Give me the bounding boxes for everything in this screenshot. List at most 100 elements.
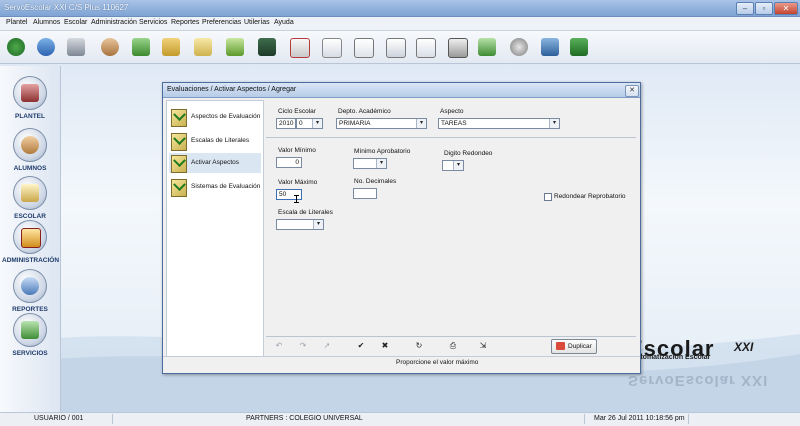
cancel-icon[interactable]: ✖ xyxy=(378,339,392,353)
close-button[interactable]: ✕ xyxy=(774,2,798,15)
menubar: Plantel Alumnos Escolar Administración S… xyxy=(0,17,800,31)
window-title: ServoEscolar XXI C/S Plus 110627 xyxy=(4,3,129,12)
students-icon xyxy=(13,128,47,162)
tab-label: Activar Aspectos xyxy=(191,159,240,166)
menu-ayuda[interactable]: Ayuda xyxy=(274,19,294,26)
menu-reportes[interactable]: Reportes xyxy=(171,19,199,26)
accept-icon[interactable]: ✔ xyxy=(354,339,368,353)
reports-icon xyxy=(13,269,47,303)
school-icon xyxy=(13,76,47,110)
tab-label: Aspectos de Evaluación xyxy=(191,113,261,120)
maximize-button[interactable]: ▫ xyxy=(755,2,773,15)
export-icon[interactable]: ⇲ xyxy=(476,339,490,353)
nav-servicios[interactable]: SERVICIOS xyxy=(2,313,58,363)
grades-icon xyxy=(13,176,47,210)
digito-redondeo-label: Digito Redondeo xyxy=(444,150,493,157)
menu-plantel[interactable]: Plantel xyxy=(6,19,27,26)
status-user: USUARIO / 001 xyxy=(34,415,84,422)
menu-administracion[interactable]: Administración xyxy=(91,19,137,26)
tab-label: Sistemas de Evaluación xyxy=(191,183,261,190)
chevron-down-icon: ▾ xyxy=(376,159,386,168)
print-icon[interactable]: ⎙ xyxy=(446,339,460,353)
tab-escalas-literales[interactable]: Escalas de Literales xyxy=(169,131,261,151)
depto-label: Depto. Académico xyxy=(338,108,391,115)
divider xyxy=(688,414,689,424)
status-datetime: Mar 26 Jul 2011 10:18:56 pm xyxy=(594,415,685,422)
ciclo-label: Ciclo Escolar xyxy=(278,108,316,115)
edit-icon[interactable] xyxy=(537,34,563,60)
services-icon xyxy=(13,313,47,347)
nav-plantel[interactable]: PLANTEL xyxy=(2,76,58,126)
redondear-label: Redondear Reprobatorio xyxy=(554,193,626,200)
dialog-side-tabs: Aspectos de Evaluación Escalas de Litera… xyxy=(166,100,264,370)
valor-minimo-label: Valor Mínimo xyxy=(278,147,316,154)
tab-sistemas-evaluacion[interactable]: Sistemas de Evaluación xyxy=(169,177,261,197)
chevron-down-icon: ▾ xyxy=(453,161,463,170)
status-partners: PARTNERS : COLEGIO UNIVERSAL xyxy=(246,415,363,422)
documents-icon[interactable] xyxy=(382,34,408,60)
menu-alumnos[interactable]: Alumnos xyxy=(33,19,60,26)
group-icon[interactable] xyxy=(128,34,154,60)
redo-icon[interactable]: ↷ xyxy=(296,339,310,353)
no-decimales-field[interactable] xyxy=(353,188,377,199)
dialog-status-text: Proporcione el valor máximo xyxy=(396,359,479,366)
aspecto-select[interactable]: TAREAS ▾ xyxy=(438,118,560,129)
report-icon[interactable] xyxy=(412,34,438,60)
teacher-icon[interactable] xyxy=(97,34,123,60)
menu-utilerias[interactable]: Utilerías xyxy=(244,19,270,26)
pen-icon[interactable] xyxy=(190,34,216,60)
duplicar-button[interactable]: Duplicar xyxy=(551,339,597,354)
redondear-checkbox[interactable] xyxy=(544,193,552,201)
refresh-icon[interactable] xyxy=(3,34,29,60)
exit-icon[interactable] xyxy=(566,34,592,60)
nav-label: ESCOLAR xyxy=(14,213,46,220)
edit-pencil-icon[interactable] xyxy=(222,34,248,60)
tab-aspectos-evaluacion[interactable]: Aspectos de Evaluación xyxy=(169,107,261,127)
money-bag-icon[interactable] xyxy=(506,34,532,60)
ciclo-select[interactable]: 0 ▾ xyxy=(296,118,323,129)
tab-activar-aspectos[interactable]: Activar Aspectos xyxy=(169,153,261,173)
ciclo-year-field[interactable]: 2010 xyxy=(276,118,296,129)
nav-administracion[interactable]: ADMINISTRACIÓN xyxy=(2,220,59,270)
document-icon[interactable] xyxy=(350,34,376,60)
minimo-aprobatorio-select[interactable]: ▾ xyxy=(353,158,387,169)
book-icon[interactable] xyxy=(158,34,184,60)
undo-icon[interactable]: ↶ xyxy=(272,339,286,353)
valor-minimo-field[interactable]: 0 xyxy=(276,157,302,168)
checklist-icon[interactable] xyxy=(286,34,312,60)
digito-redondeo-select[interactable]: ▾ xyxy=(442,160,464,171)
depto-select[interactable]: PRIMARIA ▾ xyxy=(336,118,427,129)
note-icon[interactable] xyxy=(318,34,344,60)
nav-alumnos[interactable]: ALUMNOS xyxy=(2,128,58,178)
dialog-button-bar: ↶ ↷ ➚ ✔ ✖ ↻ ⎙ ⇲ Duplicar xyxy=(266,336,636,355)
aspecto-label: Aspecto xyxy=(440,108,464,115)
window-titlebar: ServoEscolar XXI C/S Plus 110627 – ▫ ✕ xyxy=(0,0,800,17)
minimize-button[interactable]: – xyxy=(736,2,754,15)
divider xyxy=(112,414,113,424)
menu-preferencias[interactable]: Preferencias xyxy=(202,19,241,26)
check-icon xyxy=(171,133,187,151)
nav-escolar[interactable]: ESCOLAR xyxy=(2,176,58,226)
money-icon[interactable] xyxy=(474,34,500,60)
escala-literales-select[interactable]: ▾ xyxy=(276,219,324,230)
menu-servicios[interactable]: Servicios xyxy=(139,19,167,26)
brand-suffix: XXI xyxy=(734,340,754,354)
database-icon[interactable] xyxy=(33,34,59,60)
divider xyxy=(266,137,636,138)
menu-escolar[interactable]: Escolar xyxy=(64,19,87,26)
nav-reportes[interactable]: REPORTES xyxy=(2,269,58,319)
nav-label: SERVICIOS xyxy=(12,350,48,357)
check-icon xyxy=(171,179,187,197)
dialog-title: Evaluaciones / Activar Aspectos / Agrega… xyxy=(167,86,297,93)
text-cursor-icon xyxy=(294,195,299,203)
classroom-icon[interactable] xyxy=(254,34,280,60)
brand-tagline: Automatización Escolar xyxy=(631,354,711,361)
calculator-icon[interactable] xyxy=(444,34,470,60)
reload-icon[interactable]: ↻ xyxy=(412,339,426,353)
duplicate-icon xyxy=(556,342,565,350)
dialog-close-button[interactable]: ✕ xyxy=(625,85,639,97)
users-icon[interactable] xyxy=(63,34,89,60)
forward-icon[interactable]: ➚ xyxy=(320,339,334,353)
brand-reflection: ServoEscolar XXI xyxy=(628,372,769,389)
valor-maximo-label: Valor Máximo xyxy=(278,179,318,186)
